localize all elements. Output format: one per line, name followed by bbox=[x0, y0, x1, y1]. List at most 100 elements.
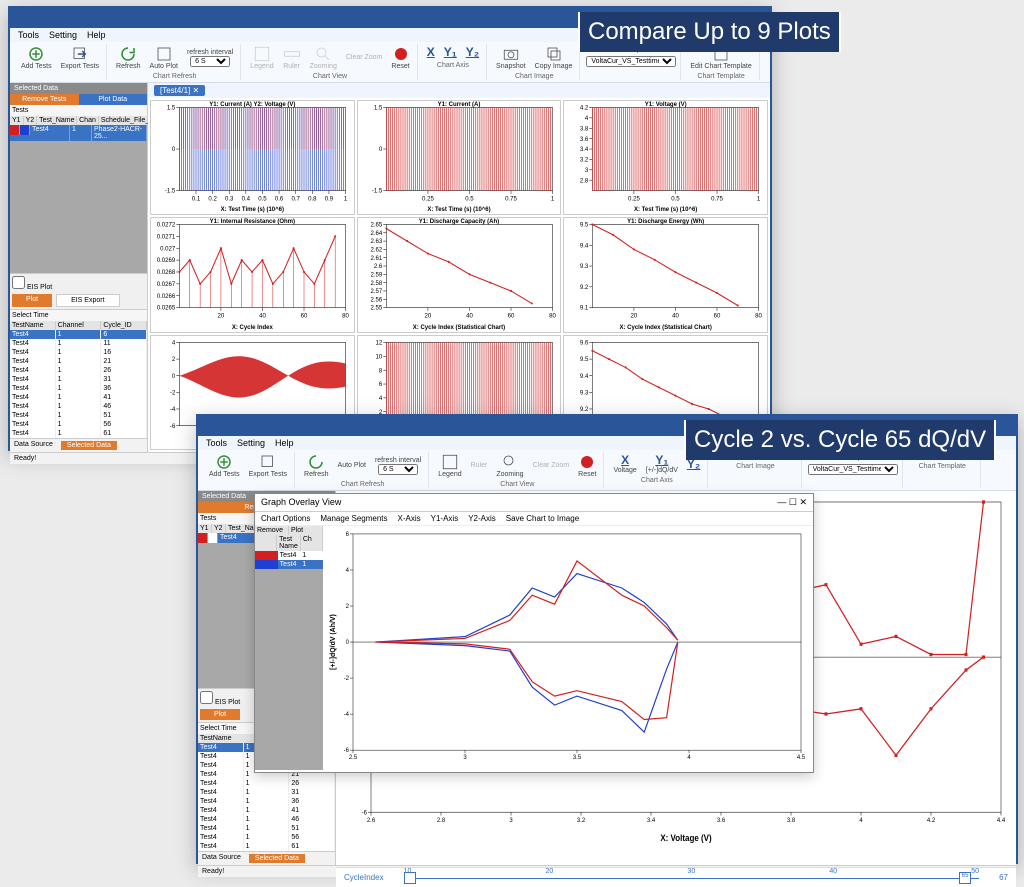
test-row[interactable]: Test4 1 Phase2-HACR-25... bbox=[10, 125, 147, 141]
chart-cell[interactable]: 0.250.50.751-1.501.5Y1: Current (A)X: Te… bbox=[357, 100, 562, 215]
graph-overlay-window[interactable]: Graph Overlay View — ☐ ✕ Chart Options M… bbox=[254, 493, 814, 773]
eis-plot-checkbox[interactable]: EIS Plot bbox=[12, 284, 52, 291]
table-row[interactable]: Test4151 bbox=[10, 411, 147, 420]
clear-zoom-button[interactable]: Clear Zoom bbox=[343, 53, 386, 62]
table-row[interactable]: Test4136 bbox=[10, 384, 147, 393]
tab-help[interactable]: Help bbox=[87, 30, 106, 40]
table-row[interactable]: Test4131 bbox=[10, 375, 147, 384]
snapshot-button[interactable]: Snapshot bbox=[493, 44, 529, 71]
svg-text:0.5: 0.5 bbox=[465, 195, 474, 202]
svg-text:2.62: 2.62 bbox=[370, 247, 382, 254]
voltage-axis-button[interactable]: XVoltage bbox=[610, 452, 639, 475]
zoom-button[interactable]: Zooming bbox=[307, 44, 340, 71]
menu-save-chart[interactable]: Save Chart to Image bbox=[506, 514, 579, 523]
plot-data-tab[interactable]: Plot Data bbox=[79, 94, 148, 105]
tests-label: Tests bbox=[10, 105, 147, 116]
menu-manage-segments[interactable]: Manage Segments bbox=[320, 514, 387, 523]
table-row[interactable]: Test4151 bbox=[198, 824, 335, 833]
svg-text:-2: -2 bbox=[170, 389, 176, 396]
template-select[interactable]: VoltaCur_VS_Testtime bbox=[808, 464, 898, 475]
selected-data-button[interactable]: Selected Data bbox=[61, 441, 117, 450]
tests-grid[interactable]: Y1 Y2 Test_Name Chan Schedule_File_Nam T… bbox=[10, 116, 147, 216]
selected-data-button[interactable]: Selected Data bbox=[249, 854, 305, 863]
auto-plot-button[interactable]: Auto Plot bbox=[147, 44, 181, 71]
reset-button[interactable]: Reset bbox=[575, 452, 599, 479]
x-axis-button[interactable]: X bbox=[424, 44, 438, 60]
overlay-window-controls[interactable]: — ☐ ✕ bbox=[777, 497, 807, 508]
chart-cell[interactable]: 204060800.02650.02660.02670.02680.02690.… bbox=[150, 217, 355, 332]
copy-image-button[interactable]: Copy Image bbox=[532, 44, 576, 71]
chart-cell[interactable]: 204060809.19.29.39.49.5Y1: Discharge Ene… bbox=[563, 217, 768, 332]
add-tests-button[interactable]: Add Tests bbox=[206, 452, 243, 479]
svg-text:-6: -6 bbox=[362, 809, 368, 816]
refresh-button[interactable]: Refresh bbox=[113, 44, 144, 71]
cycle-slider[interactable]: CycleIndex 1020304050 65 67 bbox=[336, 867, 1016, 887]
y1-axis-button[interactable]: Y₁ bbox=[441, 44, 460, 60]
menu-y2-axis[interactable]: Y2-Axis bbox=[468, 514, 496, 523]
chart-tab[interactable]: [Test4/1] ✕ bbox=[154, 85, 205, 96]
table-row[interactable]: Test4141 bbox=[10, 393, 147, 402]
table-row[interactable]: Test4136 bbox=[198, 797, 335, 806]
svg-text:0.0267: 0.0267 bbox=[157, 281, 176, 288]
tab-setting[interactable]: Setting bbox=[49, 30, 77, 40]
tab-tools[interactable]: Tools bbox=[206, 438, 227, 448]
big-chart[interactable]: 2.62.833.23.43.63.844.24.4-6-4-20246X: V… bbox=[336, 491, 1016, 865]
legend-button[interactable]: Legend bbox=[435, 452, 464, 479]
eis-export-button[interactable]: EIS Export bbox=[56, 294, 119, 307]
table-row[interactable]: Test4161 bbox=[10, 429, 147, 438]
overlay-side-grid[interactable]: RemovePlot Test NameCh Test41 Test41 bbox=[255, 526, 323, 770]
table-row[interactable]: Test4146 bbox=[198, 815, 335, 824]
svg-text:1: 1 bbox=[344, 195, 348, 202]
svg-text:0: 0 bbox=[172, 146, 176, 153]
table-row[interactable]: Test4131 bbox=[198, 788, 335, 797]
menu-y1-axis[interactable]: Y1-Axis bbox=[431, 514, 459, 523]
table-row[interactable]: Test4111 bbox=[10, 339, 147, 348]
ruler-button[interactable]: Ruler bbox=[468, 461, 491, 470]
tab-tools[interactable]: Tools bbox=[18, 30, 39, 40]
table-row[interactable]: Test4141 bbox=[198, 806, 335, 815]
tab-help[interactable]: Help bbox=[275, 438, 294, 448]
table-row[interactable]: Test4161 bbox=[198, 842, 335, 851]
template-select[interactable]: VoltaCur_VS_Testtime bbox=[586, 56, 676, 67]
y2-axis-button[interactable]: Y₂ bbox=[463, 44, 482, 60]
remove-tests-tab[interactable]: Remove Tests bbox=[10, 94, 79, 105]
svg-text:0.3: 0.3 bbox=[225, 195, 234, 202]
legend-button[interactable]: Legend bbox=[247, 44, 276, 71]
table-row[interactable]: Test4126 bbox=[198, 779, 335, 788]
chart-cell[interactable]: 0.10.20.30.40.50.60.70.80.91-1.501.5Y1: … bbox=[150, 100, 355, 215]
auto-plot-button[interactable]: Auto Plot bbox=[335, 461, 369, 470]
table-row[interactable]: Test416 bbox=[10, 330, 147, 339]
dqdv-axis-button[interactable]: Y₁[+/-]dQ/dV bbox=[643, 452, 681, 475]
svg-text:-6: -6 bbox=[170, 422, 176, 429]
table-row[interactable]: Test4146 bbox=[10, 402, 147, 411]
table-row[interactable]: Test4156 bbox=[10, 420, 147, 429]
svg-text:0.9: 0.9 bbox=[325, 195, 334, 202]
menu-chart-options[interactable]: Chart Options bbox=[261, 514, 310, 523]
refresh-button[interactable]: Refresh bbox=[301, 452, 332, 479]
table-row[interactable]: Test4121 bbox=[10, 357, 147, 366]
plot-button[interactable]: Plot bbox=[200, 709, 240, 720]
tab-setting[interactable]: Setting bbox=[237, 438, 265, 448]
table-row[interactable]: Test4156 bbox=[198, 833, 335, 842]
svg-text:0: 0 bbox=[346, 640, 350, 646]
chart-cell[interactable]: 204060802.552.562.572.582.592.62.612.622… bbox=[357, 217, 562, 332]
zoom-button[interactable]: Zooming bbox=[493, 452, 526, 479]
interval-select[interactable]: 6 S bbox=[190, 56, 230, 67]
export-tests-button[interactable]: Export Tests bbox=[58, 44, 102, 71]
reset-button[interactable]: Reset bbox=[388, 44, 412, 71]
overlay-chart[interactable]: 2.533.544.5-6-4-20246[+/-]dQ/dV (Ah/V) bbox=[323, 526, 813, 770]
add-tests-button[interactable]: Add Tests bbox=[18, 44, 55, 71]
clear-zoom-button[interactable]: Clear Zoom bbox=[530, 461, 573, 470]
plot-button[interactable]: Plot bbox=[12, 294, 52, 307]
chart-cell[interactable]: 0.250.50.7512.833.23.43.63.844.2Y1: Volt… bbox=[563, 100, 768, 215]
eis-plot-checkbox[interactable]: EIS Plot bbox=[200, 699, 240, 706]
ruler-button[interactable]: Ruler bbox=[280, 44, 304, 71]
svg-text:4: 4 bbox=[687, 755, 691, 761]
menu-x-axis[interactable]: X-Axis bbox=[398, 514, 421, 523]
svg-text:0.75: 0.75 bbox=[711, 195, 723, 202]
refresh-interval: refresh interval6 S bbox=[184, 48, 236, 68]
svg-text:2.56: 2.56 bbox=[370, 297, 382, 304]
table-row[interactable]: Test4116 bbox=[10, 348, 147, 357]
table-row[interactable]: Test4126 bbox=[10, 366, 147, 375]
export-tests-button[interactable]: Export Tests bbox=[246, 452, 290, 479]
